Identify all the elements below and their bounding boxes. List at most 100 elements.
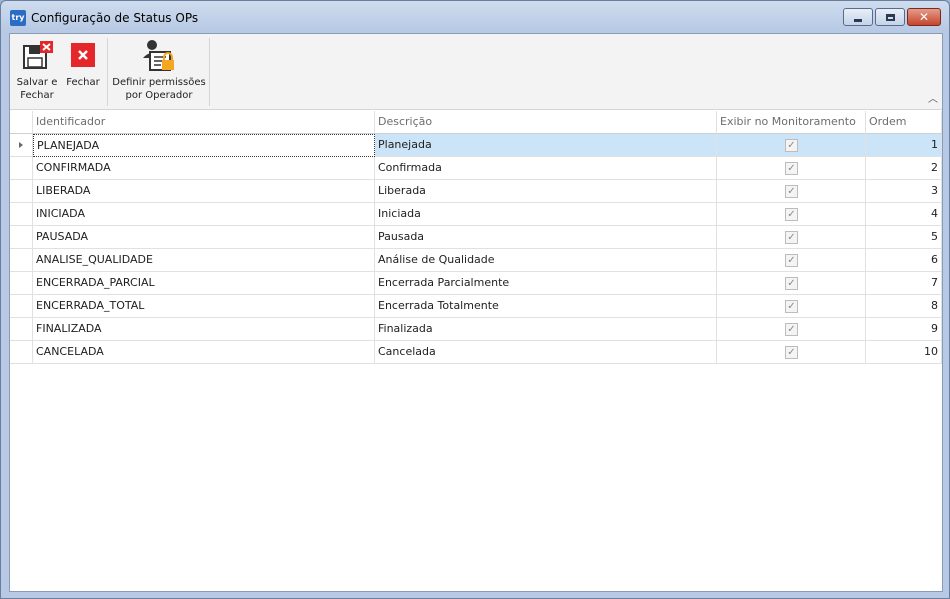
- toolbar-separator: [107, 38, 108, 106]
- toolbar: Salvar e Fechar Fechar Definir permissõe…: [10, 34, 942, 110]
- table-row[interactable]: CANCELADA Cancelada ✓ 10: [10, 341, 942, 364]
- maximize-button[interactable]: [875, 8, 905, 26]
- close-window-button[interactable]: ✕: [907, 8, 941, 26]
- grid-header: Identificador Descrição Exibir no Monito…: [10, 111, 942, 134]
- app-window: try Configuração de Status OPs ✕ Salvar …: [0, 0, 950, 599]
- cell-exibir: ✓: [717, 341, 866, 364]
- table-row[interactable]: LIBERADA Liberada ✓ 3: [10, 180, 942, 203]
- row-header[interactable]: [10, 341, 33, 364]
- row-header[interactable]: [10, 272, 33, 295]
- cell-ordem[interactable]: 8: [866, 295, 942, 318]
- grid-body: PLANEJADA Planejada ✓ 1 CONFIRMADA Confirmada…: [10, 134, 942, 364]
- column-header-ordem[interactable]: Ordem: [866, 111, 942, 134]
- column-header-descricao[interactable]: Descrição: [375, 111, 717, 134]
- table-row[interactable]: FINALIZADA Finalizada ✓ 9: [10, 318, 942, 341]
- cell-descricao[interactable]: Análise de Qualidade: [375, 249, 717, 272]
- exibir-checkbox[interactable]: ✓: [785, 185, 798, 198]
- user-lock-icon: [143, 40, 174, 71]
- define-permissions-button[interactable]: Definir permissões por Operador: [110, 34, 208, 108]
- row-header[interactable]: [10, 226, 33, 249]
- cell-identificador[interactable]: CONFIRMADA: [33, 157, 375, 180]
- cell-identificador[interactable]: FINALIZADA: [33, 318, 375, 341]
- cell-descricao[interactable]: Pausada: [375, 226, 717, 249]
- exibir-checkbox[interactable]: ✓: [785, 300, 798, 313]
- table-row[interactable]: INICIADA Iniciada ✓ 4: [10, 203, 942, 226]
- cell-ordem[interactable]: 6: [866, 249, 942, 272]
- column-header-identificador[interactable]: Identificador: [33, 111, 375, 134]
- row-header[interactable]: [10, 134, 33, 157]
- toolbar-separator: [209, 38, 210, 106]
- cell-ordem[interactable]: 10: [866, 341, 942, 364]
- cell-identificador[interactable]: CANCELADA: [33, 341, 375, 364]
- close-label: Fechar: [66, 77, 100, 88]
- cell-descricao[interactable]: Encerrada Parcialmente: [375, 272, 717, 295]
- cell-descricao[interactable]: Iniciada: [375, 203, 717, 226]
- cell-identificador[interactable]: PAUSADA: [33, 226, 375, 249]
- client-area: Salvar e Fechar Fechar Definir permissõe…: [9, 33, 943, 592]
- table-row[interactable]: PLANEJADA Planejada ✓ 1: [10, 134, 942, 157]
- row-header[interactable]: [10, 180, 33, 203]
- row-header[interactable]: [10, 157, 33, 180]
- minimize-button[interactable]: [843, 8, 873, 26]
- table-row[interactable]: ANALISE_QUALIDADE Análise de Qualidade ✓ 6: [10, 249, 942, 272]
- current-row-arrow-icon: [19, 142, 23, 148]
- exibir-checkbox[interactable]: ✓: [785, 277, 798, 290]
- cell-descricao[interactable]: Planejada: [375, 134, 717, 157]
- table-row[interactable]: PAUSADA Pausada ✓ 5: [10, 226, 942, 249]
- exibir-checkbox[interactable]: ✓: [785, 346, 798, 359]
- exibir-checkbox[interactable]: ✓: [785, 139, 798, 152]
- window-controls: ✕: [843, 8, 941, 26]
- cell-descricao[interactable]: Liberada: [375, 180, 717, 203]
- cell-exibir: ✓: [717, 157, 866, 180]
- table-row[interactable]: ENCERRADA_PARCIAL Encerrada Parcialmente ✓…: [10, 272, 942, 295]
- chevron-up-icon[interactable]: ︿: [928, 90, 938, 105]
- app-icon: try: [10, 10, 26, 26]
- cell-descricao[interactable]: Finalizada: [375, 318, 717, 341]
- cell-ordem[interactable]: 4: [866, 203, 942, 226]
- cell-exibir: ✓: [717, 180, 866, 203]
- row-header[interactable]: [10, 295, 33, 318]
- row-header[interactable]: [10, 249, 33, 272]
- window-title: Configuração de Status OPs: [31, 11, 199, 25]
- cell-ordem[interactable]: 5: [866, 226, 942, 249]
- exibir-checkbox[interactable]: ✓: [785, 231, 798, 244]
- save-label-1: Salvar e: [16, 77, 58, 88]
- minimize-icon: [854, 18, 862, 22]
- cell-exibir: ✓: [717, 249, 866, 272]
- cell-identificador[interactable]: LIBERADA: [33, 180, 375, 203]
- perm-label-1: Definir permissões: [112, 77, 206, 88]
- cell-identificador[interactable]: ENCERRADA_TOTAL: [33, 295, 375, 318]
- row-header[interactable]: [10, 318, 33, 341]
- cell-descricao[interactable]: Cancelada: [375, 341, 717, 364]
- close-button[interactable]: Fechar: [62, 34, 104, 108]
- perm-label-2: por Operador: [125, 90, 193, 101]
- cell-exibir: ✓: [717, 295, 866, 318]
- cell-exibir: ✓: [717, 226, 866, 249]
- cell-ordem[interactable]: 1: [866, 134, 942, 157]
- cell-identificador[interactable]: ANALISE_QUALIDADE: [33, 249, 375, 272]
- cell-descricao[interactable]: Encerrada Totalmente: [375, 295, 717, 318]
- save-label-2: Fechar: [20, 90, 54, 101]
- row-header-corner: [10, 111, 33, 134]
- cell-exibir: ✓: [717, 134, 866, 157]
- cell-ordem[interactable]: 7: [866, 272, 942, 295]
- cell-identificador[interactable]: INICIADA: [33, 203, 375, 226]
- row-header[interactable]: [10, 203, 33, 226]
- cell-ordem[interactable]: 9: [866, 318, 942, 341]
- exibir-checkbox[interactable]: ✓: [785, 323, 798, 336]
- cell-identificador[interactable]: ENCERRADA_PARCIAL: [33, 272, 375, 295]
- save-and-close-button[interactable]: Salvar e Fechar: [14, 34, 60, 108]
- table-row[interactable]: CONFIRMADA Confirmada ✓ 2: [10, 157, 942, 180]
- cell-ordem[interactable]: 2: [866, 157, 942, 180]
- status-grid: Identificador Descrição Exibir no Monito…: [10, 111, 942, 364]
- cell-identificador[interactable]: PLANEJADA: [33, 134, 375, 157]
- exibir-checkbox[interactable]: ✓: [785, 208, 798, 221]
- cell-ordem[interactable]: 3: [866, 180, 942, 203]
- exibir-checkbox[interactable]: ✓: [785, 254, 798, 267]
- cell-descricao[interactable]: Confirmada: [375, 157, 717, 180]
- cell-exibir: ✓: [717, 318, 866, 341]
- exibir-checkbox[interactable]: ✓: [785, 162, 798, 175]
- column-header-exibir[interactable]: Exibir no Monitoramento: [717, 111, 866, 134]
- title-bar[interactable]: try Configuração de Status OPs ✕: [1, 1, 949, 33]
- table-row[interactable]: ENCERRADA_TOTAL Encerrada Totalmente ✓ 8: [10, 295, 942, 318]
